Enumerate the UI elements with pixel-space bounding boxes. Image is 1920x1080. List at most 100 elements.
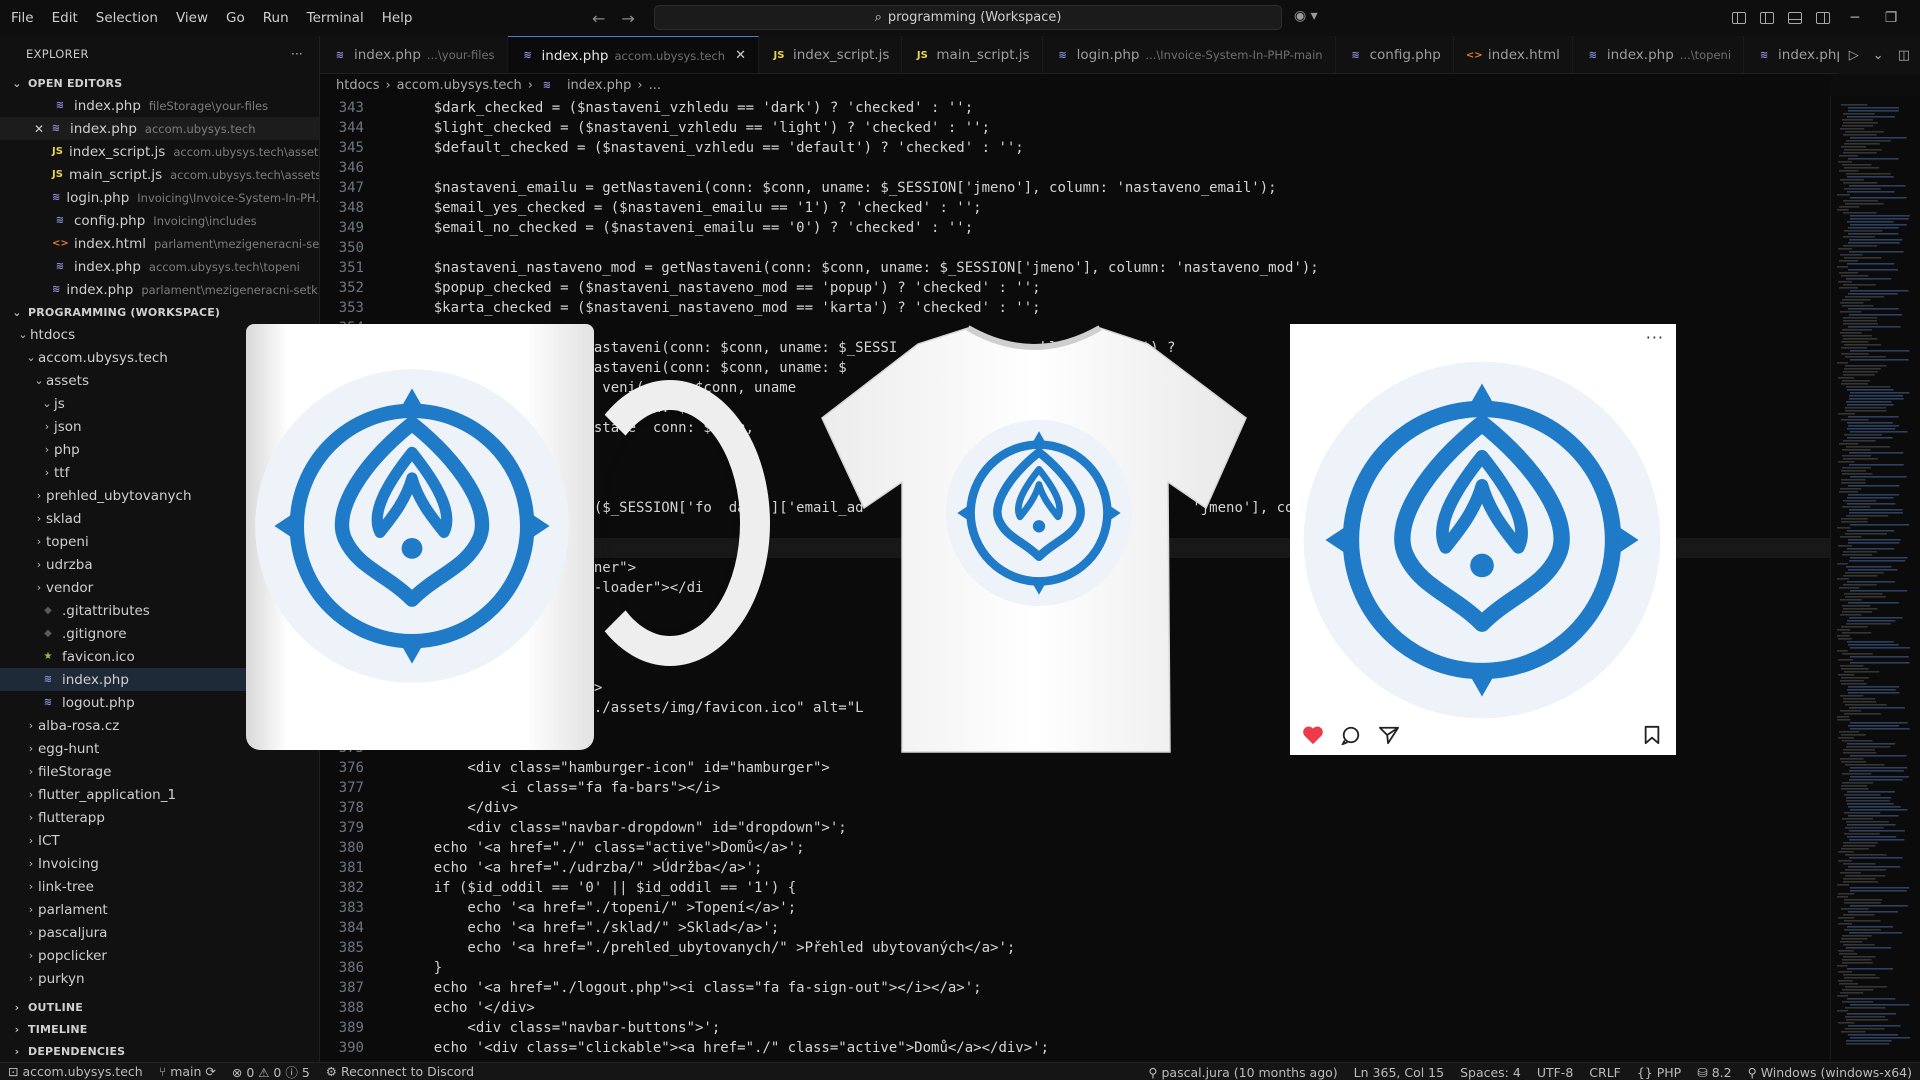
php-version[interactable]: ⛁ 8.2: [1689, 1065, 1739, 1080]
editor-tab[interactable]: ≋ index.php ...\topeni: [1573, 36, 1745, 73]
platform[interactable]: ⚲ Windows (windows-x64): [1740, 1065, 1920, 1080]
minimize-icon[interactable]: ─: [1844, 10, 1866, 26]
end-of-line[interactable]: CRLF: [1581, 1065, 1629, 1080]
copilot-icon[interactable]: ◉ ▾: [1294, 8, 1318, 24]
open-editor-item[interactable]: ≋ index.php parlament\mezigeneracni-setk..…: [0, 278, 319, 301]
minimap-line: [1841, 761, 1867, 763]
editor-tab[interactable]: ≋ login.php ...\Invoice-System-In-PHP-main: [1043, 36, 1336, 73]
code-line: 351 $nastaveni_nastaveno_mod = getNastav…: [320, 258, 1830, 278]
minimap-line: [1846, 821, 1889, 823]
chevron-right-icon: ›: [28, 834, 34, 847]
minimap-line: [1838, 860, 1852, 862]
discord-status[interactable]: ⚙ Reconnect to Discord: [318, 1064, 482, 1079]
breadcrumb-item[interactable]: index.php: [567, 78, 631, 93]
minimap-line: [1843, 698, 1876, 700]
tree-item[interactable]: › purkyn: [0, 967, 319, 990]
minimap-line: [1849, 239, 1903, 241]
close-icon[interactable]: ✕: [735, 48, 746, 63]
section-outline[interactable]: › OUTLINE: [0, 996, 320, 1018]
open-editor-item[interactable]: ✕ ≋ index.php accom.ubysys.tech: [0, 117, 319, 140]
restore-icon[interactable]: ❐: [1880, 10, 1902, 26]
minimap-line: [1848, 644, 1899, 646]
minimap-line: [1840, 536, 1862, 538]
editor-tab[interactable]: ≋ config.php: [1336, 36, 1454, 73]
split-editor-icon[interactable]: ◫: [1898, 48, 1910, 63]
minimap-line: [1849, 512, 1903, 514]
cursor-position[interactable]: Ln 365, Col 15: [1346, 1065, 1452, 1080]
comment-icon[interactable]: [1340, 725, 1362, 745]
breadcrumb-item[interactable]: accom.ubysys.tech: [397, 78, 522, 93]
git-blame[interactable]: ⚲ pascal.jura (10 months ago): [1140, 1065, 1345, 1080]
run-icon[interactable]: ▷: [1849, 48, 1859, 63]
remote-indicator[interactable]: ⊡ accom.ubysys.tech: [0, 1064, 151, 1079]
editor-tab[interactable]: ≋ index.php ...\your-files: [320, 36, 508, 73]
minimap-line: [1846, 140, 1891, 142]
toggle-secondary-sidebar-icon[interactable]: [1816, 12, 1830, 24]
section-dependencies[interactable]: › DEPENDENCIES: [0, 1040, 320, 1062]
minimap-line: [1847, 530, 1895, 532]
encoding[interactable]: UTF-8: [1529, 1065, 1581, 1080]
minimap-line: [1844, 188, 1881, 190]
open-editor-item[interactable]: ≋ login.php Invoicing\Invoice-System-In-PH…: [0, 186, 319, 209]
tree-item[interactable]: › link-tree: [0, 875, 319, 898]
more-options-icon[interactable]: ···: [1646, 328, 1664, 347]
tree-item[interactable]: › flutter_application_1: [0, 783, 319, 806]
editor-tab[interactable]: <> index.html: [1454, 36, 1573, 73]
open-editor-item[interactable]: ≋ config.php Invoicing\includes: [0, 209, 319, 232]
menu-go[interactable]: Go: [217, 0, 254, 36]
explorer-more-icon[interactable]: ···: [291, 47, 303, 61]
menu-edit[interactable]: Edit: [43, 0, 87, 36]
bookmark-icon[interactable]: [1642, 725, 1662, 745]
menu-selection[interactable]: Selection: [87, 0, 167, 36]
back-arrow-icon[interactable]: ←: [592, 9, 605, 28]
close-icon[interactable]: ✕: [32, 122, 46, 136]
editor-tab[interactable]: JS main_script.js: [902, 36, 1043, 73]
language-mode[interactable]: {} PHP: [1629, 1065, 1689, 1080]
tree-item[interactable]: › Invoicing: [0, 852, 319, 875]
tree-item[interactable]: › popclicker: [0, 944, 319, 967]
git-file-icon: ◆: [44, 605, 52, 616]
heart-icon[interactable]: [1302, 725, 1324, 745]
forward-arrow-icon[interactable]: →: [621, 9, 634, 28]
minimap[interactable]: [1830, 96, 1920, 1062]
menu-terminal[interactable]: Terminal: [298, 0, 373, 36]
problems-indicator[interactable]: ⊗ 0 ⚠ 0 ⓘ 5: [224, 1062, 318, 1080]
ubysys-logo-post: [1303, 361, 1661, 719]
toggle-primary-sidebar-icon[interactable]: [1760, 12, 1774, 24]
command-center[interactable]: ⌕ programming (Workspace): [654, 5, 1282, 30]
customize-layout-icon[interactable]: [1732, 12, 1746, 24]
menu-run[interactable]: Run: [254, 0, 298, 36]
editor-tab[interactable]: JS index_script.js: [759, 36, 903, 73]
tree-item[interactable]: › parlament: [0, 898, 319, 921]
tree-item[interactable]: › pascaljura: [0, 921, 319, 944]
open-editor-item[interactable]: ≋ index.php accom.ubysys.tech\topeni: [0, 255, 319, 278]
menu-help[interactable]: Help: [373, 0, 422, 36]
breadcrumb-item[interactable]: htdocs: [336, 78, 379, 93]
code-text: $email_no_checked = ($nastaveni_emailu =…: [400, 220, 974, 236]
indentation[interactable]: Spaces: 4: [1452, 1065, 1529, 1080]
share-icon[interactable]: [1378, 725, 1400, 745]
tree-item[interactable]: › ICT: [0, 829, 319, 852]
branch-indicator[interactable]: ⑂ main ⟳: [151, 1064, 224, 1079]
toggle-panel-icon[interactable]: [1788, 12, 1802, 24]
chevron-down-icon[interactable]: ⌄: [1873, 48, 1884, 63]
minimap-line: [1843, 122, 1878, 124]
open-editor-item[interactable]: ≋ index.php fileStorage\your-files: [0, 94, 319, 117]
minimap-line: [1842, 653, 1873, 655]
chevron-right-icon: ›: [14, 1000, 20, 1014]
open-editor-item[interactable]: JS index_script.js accom.ubysys.tech\asset…: [0, 140, 319, 163]
blame-label: pascal.jura (10 months ago): [1161, 1064, 1338, 1080]
open-editor-item[interactable]: <> index.html parlament\mezigeneracni-setk…: [0, 232, 319, 255]
tree-item-label: assets: [46, 372, 89, 389]
breadcrumb-item[interactable]: ...: [649, 78, 661, 93]
menu-view[interactable]: View: [167, 0, 217, 36]
tree-item[interactable]: › flutterapp: [0, 806, 319, 829]
section-timeline[interactable]: › TIMELINE: [0, 1018, 320, 1040]
line-number: 347: [338, 180, 364, 196]
open-editor-item[interactable]: JS main_script.js accom.ubysys.tech\assets…: [0, 163, 319, 186]
minimap-line: [1838, 461, 1855, 463]
tree-item[interactable]: › fileStorage: [0, 760, 319, 783]
menu-file[interactable]: File: [2, 0, 43, 36]
open-editors-header[interactable]: ⌄ OPEN EDITORS: [0, 72, 319, 94]
editor-tab[interactable]: ≋ index.php accom.ubysys.tech ✕: [507, 36, 759, 73]
